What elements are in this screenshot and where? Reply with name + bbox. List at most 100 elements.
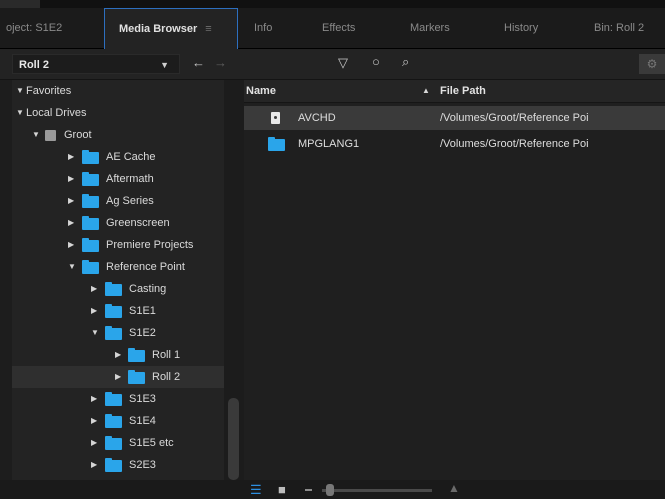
folder-icon bbox=[105, 414, 122, 428]
folder-tree[interactable]: ▼ Favorites ▼ Local Drives ▼ Groot ▶ AE … bbox=[12, 80, 224, 480]
tab-project[interactable]: oject: S1E2 bbox=[6, 8, 96, 48]
tree-item-local-drives[interactable]: ▼ Local Drives bbox=[12, 102, 224, 124]
filter-icon[interactable]: ▽ bbox=[338, 55, 348, 71]
zoom-out-icon[interactable] bbox=[305, 489, 312, 491]
column-header-file-path[interactable]: File Path bbox=[440, 80, 486, 102]
view-icon[interactable]: ○ bbox=[372, 54, 380, 69]
tab-history[interactable]: History bbox=[504, 8, 560, 48]
tree-item-label: Ag Series bbox=[106, 195, 154, 207]
tab-markers[interactable]: Markers bbox=[410, 8, 470, 48]
settings-icon[interactable]: ⚙ bbox=[639, 54, 665, 74]
collapsed-arrow-icon[interactable]: ▶ bbox=[68, 168, 74, 190]
folder-icon bbox=[128, 348, 145, 362]
tree-item-s1e3[interactable]: ▶ S1E3 bbox=[12, 388, 224, 410]
tab-info[interactable]: Info bbox=[254, 8, 294, 48]
file-path: /Volumes/Groot/Reference Poi bbox=[440, 138, 589, 150]
tree-item-s1e2[interactable]: ▼ S1E2 bbox=[12, 322, 224, 344]
forward-arrow-icon[interactable]: → bbox=[214, 55, 227, 70]
collapsed-arrow-icon[interactable]: ▶ bbox=[68, 146, 74, 168]
list-view-icon[interactable]: ☰ bbox=[250, 482, 262, 498]
tree-item-aftermath[interactable]: ▶ Aftermath bbox=[12, 168, 224, 190]
expanded-arrow-icon[interactable]: ▼ bbox=[16, 80, 24, 102]
folder-icon bbox=[82, 238, 99, 252]
tree-item-reference-point[interactable]: ▼ Reference Point bbox=[12, 256, 224, 278]
tree-item-label: Greenscreen bbox=[106, 217, 170, 229]
tree-item-ae-cache[interactable]: ▶ AE Cache bbox=[12, 146, 224, 168]
tree-item-s2e3[interactable]: ▶ S2E3 bbox=[12, 454, 224, 476]
search-input[interactable] bbox=[420, 54, 634, 76]
file-path: /Volumes/Groot/Reference Poi bbox=[440, 112, 589, 124]
tree-item-ag-series[interactable]: ▶ Ag Series bbox=[12, 190, 224, 212]
tree-item-label: Casting bbox=[129, 283, 167, 295]
zoom-slider[interactable] bbox=[322, 489, 432, 492]
tab-effects[interactable]: Effects bbox=[322, 8, 372, 48]
folder-icon bbox=[105, 436, 122, 450]
tree-item-label: S1E2 bbox=[129, 327, 156, 339]
tree-item-label: Roll 1 bbox=[152, 349, 181, 361]
collapsed-arrow-icon[interactable]: ▶ bbox=[68, 234, 74, 256]
collapsed-arrow-icon[interactable]: ▶ bbox=[68, 190, 74, 212]
collapsed-arrow-icon[interactable]: ▶ bbox=[91, 410, 97, 432]
tree-item-roll-2[interactable]: ▶ Roll 2 bbox=[12, 366, 224, 388]
collapsed-arrow-icon[interactable]: ▶ bbox=[68, 212, 74, 234]
location-label: Roll 2 bbox=[19, 59, 49, 71]
expanded-arrow-icon[interactable]: ▼ bbox=[68, 256, 76, 278]
media-browser-window: oject: S1E2 Media Browser ≡ Info Effects … bbox=[0, 0, 665, 499]
folder-icon bbox=[82, 150, 99, 164]
folder-icon bbox=[82, 172, 99, 186]
icon-view-icon[interactable]: ■ bbox=[278, 482, 286, 497]
folder-icon bbox=[82, 260, 99, 274]
expanded-arrow-icon[interactable]: ▼ bbox=[16, 102, 24, 124]
collapsed-arrow-icon[interactable]: ▶ bbox=[91, 278, 97, 300]
panel-menu-icon[interactable]: ≡ bbox=[205, 9, 211, 49]
expanded-arrow-icon[interactable]: ▼ bbox=[91, 322, 99, 344]
tree-item-groot[interactable]: ▼ Groot bbox=[12, 124, 224, 146]
file-name: MPGLANG1 bbox=[298, 138, 360, 150]
expanded-arrow-icon[interactable]: ▼ bbox=[32, 124, 40, 146]
tree-item-label: S1E4 bbox=[129, 415, 156, 427]
zoom-slider-handle[interactable] bbox=[326, 484, 334, 496]
sort-ascending-icon[interactable]: ▲ bbox=[422, 80, 430, 102]
folder-icon bbox=[105, 326, 122, 340]
tree-item-label: Premiere Projects bbox=[106, 239, 194, 251]
collapsed-arrow-icon[interactable]: ▶ bbox=[115, 366, 121, 388]
tab-history-label: History bbox=[504, 22, 539, 34]
collapsed-arrow-icon[interactable]: ▶ bbox=[91, 388, 97, 410]
tree-item-label: S1E3 bbox=[129, 393, 156, 405]
tree-item-favorites[interactable]: ▼ Favorites bbox=[12, 80, 224, 102]
tree-scrollbar[interactable] bbox=[224, 80, 244, 480]
tree-item-s1e4[interactable]: ▶ S1E4 bbox=[12, 410, 224, 432]
tree-item-s1e1[interactable]: ▶ S1E1 bbox=[12, 300, 224, 322]
file-name: AVCHD bbox=[298, 112, 336, 124]
tree-item-premiere-projects[interactable]: ▶ Premiere Projects bbox=[12, 234, 224, 256]
location-dropdown[interactable]: Roll 2 ▼ bbox=[12, 54, 180, 74]
tab-project-label: oject: S1E2 bbox=[6, 22, 63, 34]
document-icon bbox=[271, 112, 280, 124]
collapsed-arrow-icon[interactable]: ▶ bbox=[91, 432, 97, 454]
scrollbar-thumb[interactable] bbox=[228, 398, 239, 480]
tree-item-roll-1[interactable]: ▶ Roll 1 bbox=[12, 344, 224, 366]
back-arrow-icon[interactable]: ← bbox=[192, 55, 205, 70]
zoom-in-icon[interactable]: ▲ bbox=[448, 481, 460, 495]
tab-bin-roll2[interactable]: Bin: Roll 2 bbox=[594, 8, 664, 48]
tree-item-casting[interactable]: ▶ Casting bbox=[12, 278, 224, 300]
tab-info-label: Info bbox=[254, 22, 273, 34]
column-header-name[interactable]: Name bbox=[246, 80, 276, 102]
tab-bin-label: Bin: Roll 2 bbox=[594, 22, 645, 34]
tab-media-browser[interactable]: Media Browser ≡ bbox=[104, 8, 238, 50]
file-row-avchd[interactable]: AVCHD /Volumes/Groot/Reference Poi bbox=[244, 106, 665, 130]
drive-icon bbox=[45, 130, 56, 141]
chevron-down-icon: ▼ bbox=[160, 60, 169, 70]
tree-item-greenscreen[interactable]: ▶ Greenscreen bbox=[12, 212, 224, 234]
tab-bar: oject: S1E2 Media Browser ≡ Info Effects … bbox=[0, 8, 665, 50]
tree-item-label: AE Cache bbox=[106, 151, 156, 163]
file-list: Name ▲ File Path AVCHD /Volumes/Groot/Re… bbox=[244, 80, 665, 480]
folder-icon bbox=[268, 137, 285, 151]
top-strip-left bbox=[0, 0, 40, 8]
collapsed-arrow-icon[interactable]: ▶ bbox=[115, 344, 121, 366]
tree-item-label: Reference Point bbox=[106, 261, 185, 273]
collapsed-arrow-icon[interactable]: ▶ bbox=[91, 454, 97, 476]
tree-item-s1e5-etc[interactable]: ▶ S1E5 etc bbox=[12, 432, 224, 454]
collapsed-arrow-icon[interactable]: ▶ bbox=[91, 300, 97, 322]
file-row-mpglang1[interactable]: MPGLANG1 /Volumes/Groot/Reference Poi bbox=[244, 132, 665, 156]
